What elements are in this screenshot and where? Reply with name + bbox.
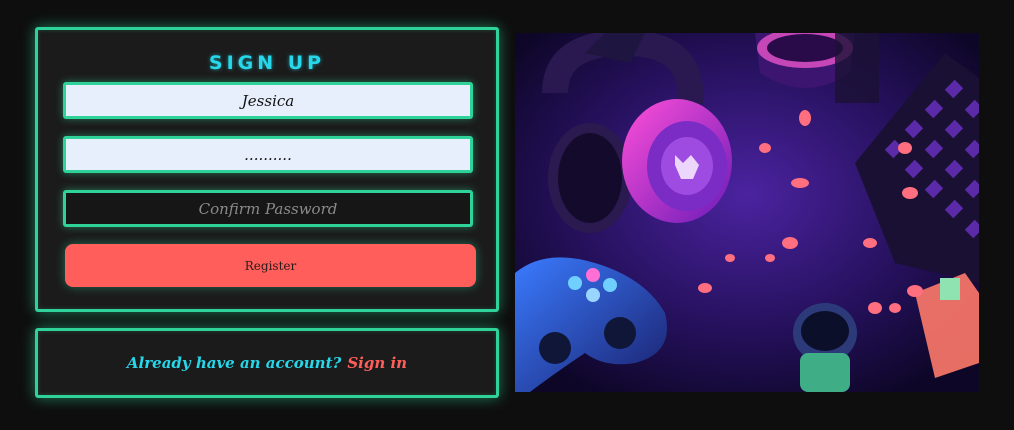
signin-card: Already have an account? Sign in xyxy=(35,328,499,398)
signup-card: SIGN UP Register xyxy=(35,27,499,312)
register-button[interactable]: Register xyxy=(65,244,476,287)
password-input[interactable] xyxy=(63,136,473,173)
signin-prompt: Already have an account? Sign in xyxy=(127,354,407,372)
page: SIGN UP Register Already have an account… xyxy=(0,0,1014,430)
hero-image xyxy=(515,33,979,392)
hero-illustration xyxy=(515,33,979,392)
signup-title: SIGN UP xyxy=(208,52,326,74)
signin-prompt-text: Already have an account? xyxy=(126,354,342,372)
username-input[interactable] xyxy=(63,82,473,119)
confirm-password-input[interactable] xyxy=(63,190,473,227)
sign-in-link[interactable]: Sign in xyxy=(347,354,407,372)
